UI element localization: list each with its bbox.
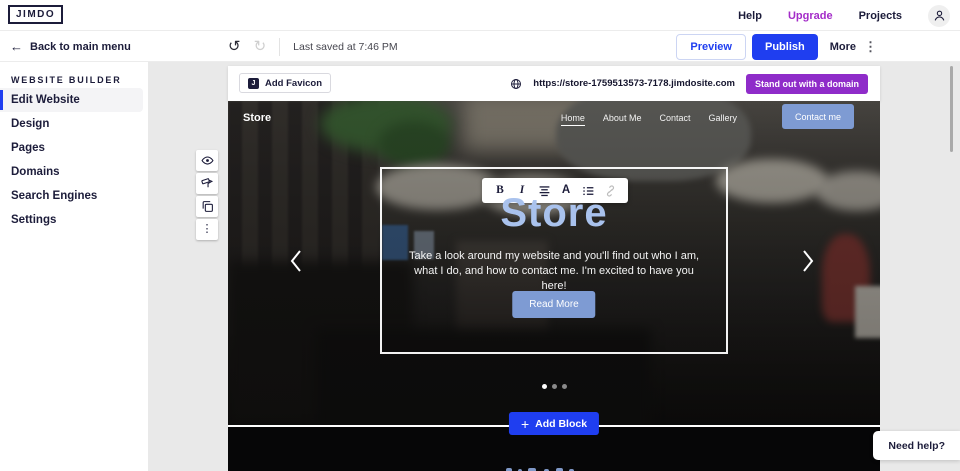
need-help-button[interactable]: Need help? [873, 431, 960, 460]
site-logo[interactable]: Store [243, 112, 271, 124]
hide-block-button[interactable] [196, 150, 218, 171]
site-nav-home[interactable]: Home [561, 113, 585, 126]
carousel-dot-2[interactable] [552, 384, 557, 389]
sidebar-heading: WEBSITE BUILDER [11, 75, 148, 85]
upgrade-link[interactable]: Upgrade [788, 10, 833, 22]
back-arrow-icon: ← [10, 39, 23, 54]
hero-text[interactable]: Take a look around my website and you'll… [404, 249, 704, 294]
more-menu-button[interactable]: More ⋮ [830, 39, 877, 55]
add-block-label: Add Block [535, 418, 587, 430]
publish-button[interactable]: Publish [752, 34, 818, 60]
sidebar-items: Edit Website Design Pages Domains Search… [0, 88, 143, 232]
top-nav: Help Upgrade Projects [738, 0, 950, 31]
site-nav-contact[interactable]: Contact [659, 113, 690, 126]
sidebar-item-settings[interactable]: Settings [0, 208, 143, 232]
carousel-prev-button[interactable] [288, 247, 304, 275]
last-saved-status: Last saved at 7:46 PM [293, 41, 397, 53]
site-nav-about-me[interactable]: About Me [603, 113, 642, 126]
back-to-main-menu-button[interactable]: ← Back to main menu [10, 31, 131, 62]
help-link[interactable]: Help [738, 10, 762, 22]
more-label: More [830, 41, 856, 53]
read-more-button[interactable]: Read More [512, 291, 595, 318]
eye-icon [201, 154, 214, 167]
site-preview: J Add Favicon https://store-1759513573-7… [228, 66, 880, 471]
site-nav-gallery[interactable]: Gallery [708, 113, 737, 126]
account-avatar[interactable] [928, 5, 950, 27]
add-favicon-label: Add Favicon [265, 78, 322, 89]
site-nav: Home About Me Contact Gallery [561, 113, 737, 126]
plus-icon: + [521, 417, 529, 431]
editor-toolbar: ← Back to main menu ↺ ↻ Last saved at 7:… [0, 31, 960, 62]
divider [279, 38, 280, 56]
add-favicon-button[interactable]: J Add Favicon [239, 73, 331, 93]
duplicate-icon [201, 200, 214, 213]
vertical-scrollbar[interactable] [950, 66, 953, 152]
carousel-dots [228, 384, 880, 389]
projects-link[interactable]: Projects [859, 10, 902, 22]
paint-roller-icon [201, 177, 214, 190]
toolbar-actions: Preview Publish More ⋮ [676, 33, 877, 60]
url-group: https://store-1759513573-7178.jimdosite.… [510, 66, 868, 101]
preview-browser-bar: J Add Favicon https://store-1759513573-7… [228, 66, 880, 101]
undo-button[interactable]: ↺ [228, 39, 241, 54]
history-group: ↺ ↻ Last saved at 7:46 PM [228, 31, 398, 62]
site-hero-section[interactable]: Store Home About Me Contact Gallery Cont… [228, 101, 880, 425]
duplicate-block-button[interactable] [196, 196, 218, 217]
user-icon [933, 9, 946, 22]
jimdo-editor-page: JIMDO Help Upgrade Projects ← Back to ma… [0, 0, 960, 471]
globe-icon [510, 78, 522, 90]
redo-button: ↻ [254, 39, 267, 54]
sidebar-item-edit-website[interactable]: Edit Website [0, 88, 143, 112]
site-url[interactable]: https://store-1759513573-7178.jimdosite.… [533, 78, 735, 89]
carousel-next-button[interactable] [800, 247, 816, 275]
kebab-icon: ⋮ [202, 224, 213, 235]
kebab-icon: ⋮ [864, 39, 877, 55]
sidebar-item-design[interactable]: Design [0, 112, 143, 136]
top-bar: JIMDO Help Upgrade Projects [0, 0, 960, 31]
carousel-dot-1[interactable] [542, 384, 547, 389]
block-more-button[interactable]: ⋮ [196, 219, 218, 240]
hero-title[interactable]: Store [382, 191, 726, 236]
add-block-button[interactable]: + Add Block [509, 412, 599, 435]
website-builder-sidebar: WEBSITE BUILDER Edit Website Design Page… [0, 62, 148, 471]
carousel-dot-3[interactable] [562, 384, 567, 389]
chevron-right-icon [802, 249, 814, 273]
chevron-left-icon [290, 249, 302, 273]
contact-me-button[interactable]: Contact me [782, 104, 854, 129]
favicon-placeholder-icon: J [248, 78, 259, 89]
sidebar-item-domains[interactable]: Domains [0, 160, 143, 184]
sidebar-item-pages[interactable]: Pages [0, 136, 143, 160]
block-toolbar: ⋮ [196, 150, 218, 240]
selected-block-outline[interactable]: B I A [380, 167, 728, 354]
site-header: Store Home About Me Contact Gallery Cont… [228, 101, 880, 143]
back-label: Back to main menu [30, 41, 131, 53]
style-block-button[interactable] [196, 173, 218, 194]
preview-button[interactable]: Preview [676, 34, 746, 60]
sidebar-item-search-engines[interactable]: Search Engines [0, 184, 143, 208]
stand-out-domain-button[interactable]: Stand out with a domain [746, 74, 868, 94]
jimdo-logo[interactable]: JIMDO [8, 5, 63, 24]
